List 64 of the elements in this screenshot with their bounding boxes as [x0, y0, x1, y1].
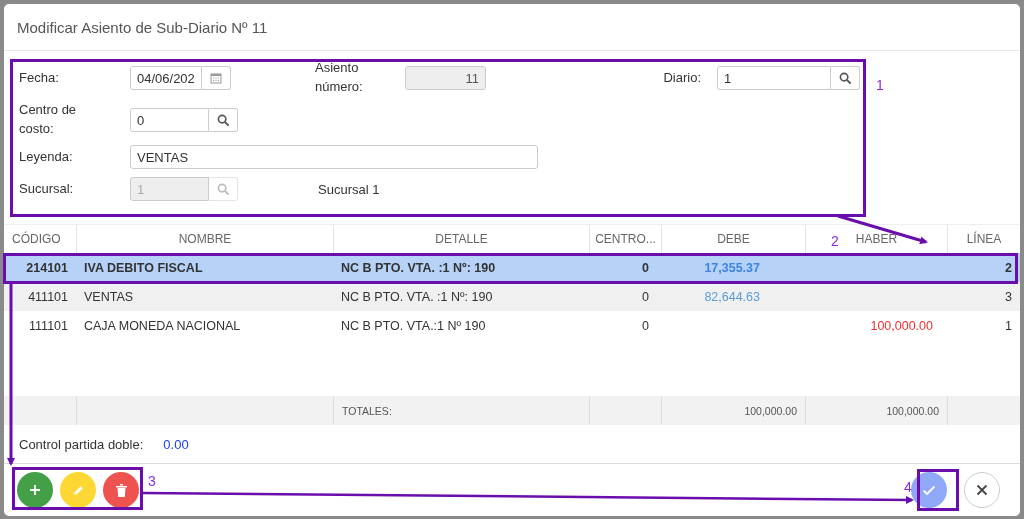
legend-field[interactable]: VENTAS [130, 145, 538, 169]
cost-center-field[interactable]: 0 [130, 108, 209, 132]
column-header[interactable]: LÍNEA [947, 225, 1020, 253]
table-cell-text: 3 [1004, 289, 1013, 304]
table-cell-text: 0 [641, 318, 650, 333]
search-button[interactable] [209, 108, 238, 132]
table-cell-text: IVA DEBITO FISCAL [83, 260, 204, 275]
table-row[interactable]: 111101 CAJA MONEDA NACIONAL NC B PTO. VTA.:1 Nº 190 0 100,000.00 1 [4, 311, 1020, 340]
table-cell-text: 2 [1004, 260, 1013, 275]
delete-button[interactable] [103, 472, 139, 508]
add-button[interactable] [17, 472, 53, 508]
table-cell-text: 1 [1004, 318, 1013, 333]
annotation-number: 4 [904, 480, 912, 494]
date-field[interactable]: 04/06/202 [130, 66, 202, 90]
table-cell-text: 411101 [27, 289, 69, 304]
table-cell-text: NC B PTO. VTA.:1 Nº 190 [340, 318, 487, 333]
table-cell-text: 111101 [28, 318, 69, 333]
table-cell-text: 82,644.63 [703, 289, 761, 304]
close-icon [976, 484, 988, 496]
column-header[interactable]: CENTRO... [589, 225, 661, 253]
table-cell-text: NC B PTO. VTA. :1 Nº: 190 [340, 289, 494, 304]
field-label: Asiento número: [315, 59, 364, 96]
column-header[interactable]: CÓDIGO [4, 225, 76, 253]
column-header[interactable]: DETALLE [333, 225, 589, 253]
field-label: Centro de costo: [19, 101, 78, 138]
field-label: Fecha: [19, 68, 60, 87]
column-header[interactable]: NOMBRE [76, 225, 333, 253]
dialog-title: Modificar Asiento de Sub-Diario Nº 11 [17, 18, 268, 36]
plus-icon [29, 484, 41, 496]
total-value: 100,000.00 [744, 404, 797, 417]
check-icon [922, 484, 936, 496]
annotation-number: 3 [148, 474, 156, 488]
search-button[interactable] [831, 66, 860, 90]
journal-field[interactable]: 1 [717, 66, 831, 90]
table-cell-text: 0 [641, 289, 650, 304]
calendar-icon [210, 72, 222, 84]
table-cell-text: 100,000.00 [869, 318, 934, 333]
field-label: Diario: [662, 68, 701, 87]
annotation-number: 2 [831, 234, 839, 248]
table-row[interactable]: 411101 VENTAS NC B PTO. VTA. :1 Nº: 190 0 82,644.63 3 [4, 282, 1020, 311]
trash-icon [115, 483, 127, 497]
balance-check-label: Control partida doble: [19, 436, 144, 452]
table-cell-text: 0 [641, 260, 650, 275]
annotation-frame [917, 469, 959, 511]
calendar-button[interactable] [202, 66, 231, 90]
table-cell-text: VENTAS [83, 289, 135, 304]
table-cell-text: CAJA MONEDA NACIONAL [83, 318, 242, 333]
edit-button[interactable] [60, 472, 96, 508]
search-icon [216, 182, 230, 196]
totals-label: TOTALES: [342, 404, 392, 417]
close-button[interactable] [964, 472, 1000, 508]
search-icon [216, 113, 230, 127]
field-label: Leyenda: [19, 147, 74, 166]
table-cell-text: NC B PTO. VTA. :1 Nº: 190 [340, 260, 497, 275]
table-cell-text: 214101 [25, 260, 69, 275]
pencil-icon [71, 483, 85, 497]
annotation-number: 1 [876, 78, 884, 92]
balance-check-value: 0.00 [163, 436, 189, 452]
total-value: 100,000.00 [886, 404, 939, 417]
search-icon [838, 71, 852, 85]
branch-name: Sucursal 1 [318, 181, 380, 197]
table-cell-text: 17,355.37 [703, 260, 761, 275]
column-header[interactable]: DEBE [661, 225, 805, 253]
field-label: Sucursal: [19, 179, 75, 198]
